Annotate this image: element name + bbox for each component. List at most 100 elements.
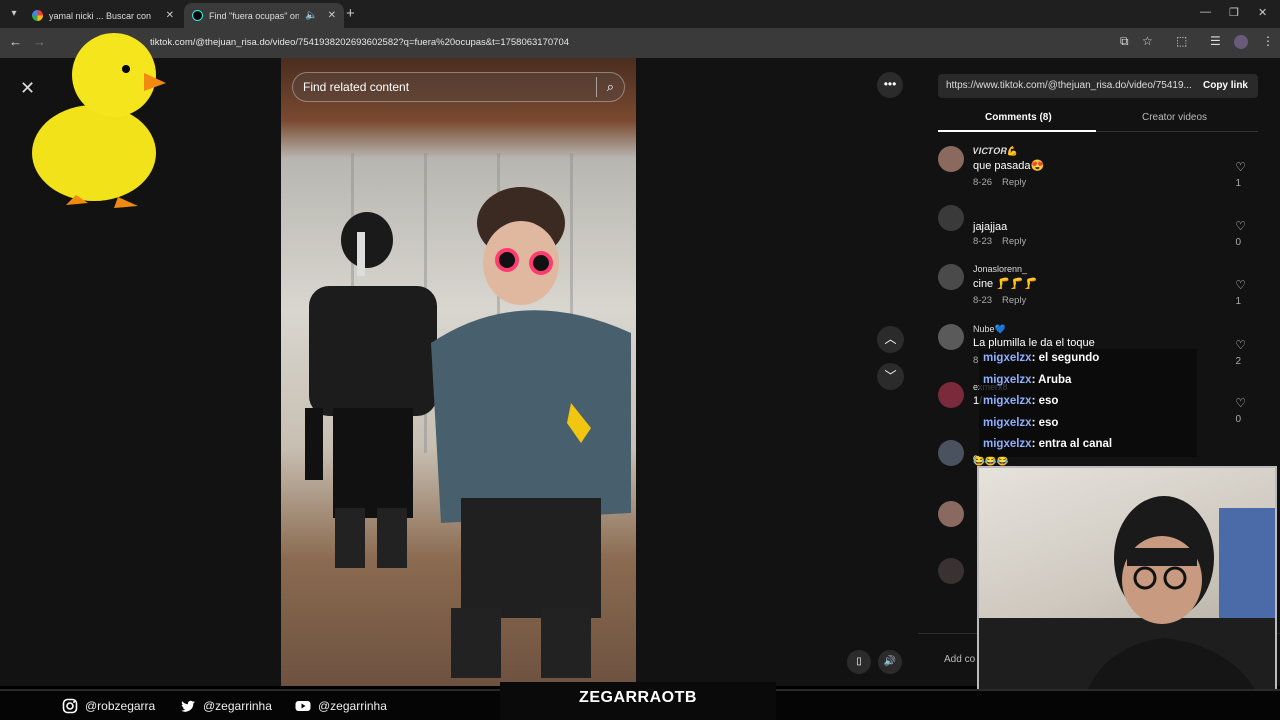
comment-item: Jonaslorenn_ cine 🦵🦵🦵 8-23 Reply ♡ 1 — [938, 264, 1258, 320]
chat-username: migxelzx — [983, 438, 1032, 450]
comment-text: La plumilla le da el toque — [973, 337, 1095, 349]
chat-text: : eso — [1031, 416, 1059, 429]
chat-message: migxelzx: eso — [979, 413, 1197, 435]
comment-username[interactable]: 𝑽𝑰𝑪𝑻𝑶𝑹💪 — [973, 146, 1018, 157]
like-count: 1 — [1235, 296, 1241, 307]
volume-icon[interactable]: 🔊 — [878, 650, 902, 674]
like-heart-icon[interactable]: ♡ — [1235, 338, 1246, 352]
comment-meta: 8-23 Reply — [973, 295, 1026, 306]
chat-text: : Aruba — [1031, 373, 1072, 386]
reply-button[interactable]: Reply — [1002, 177, 1026, 188]
avatar[interactable] — [938, 558, 964, 584]
avatar[interactable] — [938, 501, 964, 527]
chat-message: migxelzx: Aruba — [979, 370, 1197, 392]
share-link-text: https://www.tiktok.com/@thejuan_risa.do/… — [946, 80, 1192, 91]
chat-text: : entra al canal — [1031, 438, 1113, 450]
new-tab-button[interactable]: + — [346, 5, 355, 22]
comment-date: 8-23 — [973, 295, 993, 306]
browser-tab-tiktok[interactable]: Find "fuera ocupas" on TikTo 🔈 ✕ — [184, 3, 344, 28]
like-count: 0 — [1235, 237, 1241, 248]
restore-icon[interactable]: ❐ — [1229, 6, 1239, 19]
avatar[interactable] — [938, 264, 964, 290]
comment-text: cine 🦵🦵🦵 — [973, 278, 1038, 290]
copy-link-button[interactable]: Copy link — [1203, 74, 1248, 98]
back-icon[interactable]: ← — [9, 34, 22, 49]
like-heart-icon[interactable]: ♡ — [1235, 160, 1246, 174]
comment-meta: 8 — [973, 355, 978, 366]
share-link-box[interactable]: https://www.tiktok.com/@thejuan_risa.do/… — [938, 74, 1258, 98]
youtube-handle: @zegarrinha — [295, 698, 387, 714]
chat-message: migxelzx: eso — [979, 392, 1197, 414]
chat-username: migxelzx — [983, 352, 1032, 364]
minimize-icon[interactable]: — — [1200, 6, 1211, 18]
profile-avatar[interactable] — [1234, 35, 1248, 49]
search-divider — [595, 77, 597, 97]
like-count: 1 — [1235, 178, 1241, 189]
tab-close-icon[interactable]: ✕ — [166, 10, 174, 21]
related-search-bar[interactable]: Find related content ⌕ — [292, 72, 625, 102]
reply-button[interactable]: Reply — [1002, 236, 1026, 247]
tab-close-icon[interactable]: ✕ — [328, 10, 336, 21]
chat-text: : eso — [1031, 395, 1059, 407]
tab-title: Find "fuera ocupas" on TikTo — [209, 10, 300, 21]
avatar[interactable] — [938, 324, 964, 350]
like-count: 0 — [1235, 414, 1241, 425]
stream-brand-label: ZEGARRAOTB — [500, 682, 776, 720]
tab-comments[interactable]: Comments (8) — [985, 112, 1052, 123]
comment-meta: 8-23 Reply — [973, 236, 1026, 247]
tiktok-icon — [192, 10, 203, 21]
comment-username[interactable]: Jonaslorenn_ — [973, 264, 1027, 274]
instagram-text: @robzegarra — [85, 699, 156, 713]
bookmark-star-icon[interactable]: ☆ — [1142, 34, 1153, 48]
chat-username: migxelzx — [983, 416, 1032, 429]
like-heart-icon[interactable]: ♡ — [1235, 396, 1246, 410]
video-person-right — [431, 187, 631, 678]
webcam-overlay — [977, 466, 1277, 720]
search-icon[interactable]: ⌕ — [607, 79, 614, 95]
add-comment-input[interactable]: Add co — [944, 654, 975, 665]
video-player[interactable]: Find related content ⌕ — [281, 58, 636, 686]
avatar[interactable] — [938, 440, 964, 466]
browser-toolbar: ← → tiktok.com/@thejuan_risa.do/video/75… — [0, 28, 1280, 58]
chat-text: : el segundo — [1031, 352, 1100, 364]
comment-text: jajajjaa — [973, 221, 1008, 233]
youtube-text: @zegarrinha — [318, 699, 387, 713]
tab-strip: ▾ yamal nicki ... Buscar con ✕ Find "fue… — [0, 0, 1280, 28]
panel-tabs: Comments (8) Creator videos — [938, 106, 1258, 132]
chat-username: migxelzx — [983, 373, 1032, 386]
chat-message: migxelzx: entra al canal — [979, 435, 1197, 457]
window-close-icon[interactable]: ✕ — [1258, 6, 1267, 19]
comment-item: jajajjaa 8-23 Reply ♡ 0 — [938, 205, 1258, 261]
avatar[interactable] — [938, 146, 964, 172]
comment-date: 8-26 — [973, 177, 993, 188]
like-heart-icon[interactable]: ♡ — [1235, 278, 1246, 292]
cast-icon[interactable]: ⧉ — [1120, 34, 1129, 49]
tab-search-button[interactable]: ▾ — [6, 6, 22, 22]
extensions-icon[interactable]: ⬚ — [1176, 34, 1187, 48]
avatar[interactable] — [938, 382, 964, 408]
chat-username: migxelzx — [983, 395, 1032, 407]
more-options-button[interactable]: ••• — [877, 72, 903, 98]
tab-audio-icon[interactable]: 🔈 — [305, 10, 317, 21]
comment-text: que pasada😍 — [973, 160, 1045, 172]
comment-username[interactable]: Nube💙 — [973, 324, 1006, 335]
instagram-icon — [62, 698, 78, 714]
avatar[interactable] — [938, 205, 964, 231]
comment-date: 8 — [973, 355, 979, 366]
like-count: 2 — [1235, 356, 1241, 367]
reading-list-icon[interactable]: ☰ — [1210, 34, 1221, 48]
twitter-text: @zegarrinha — [203, 699, 272, 713]
chat-message: migxelzx: el segundo — [979, 349, 1197, 371]
browser-menu-icon[interactable]: ⋮ — [1262, 34, 1274, 48]
like-heart-icon[interactable]: ♡ — [1235, 219, 1246, 233]
twitter-icon — [181, 700, 195, 712]
related-search-placeholder: Find related content — [303, 80, 410, 94]
mini-player-button[interactable]: ▯ — [847, 650, 871, 674]
previous-video-button[interactable]: ︿ — [877, 326, 904, 353]
tab-creator-videos[interactable]: Creator videos — [1142, 112, 1207, 123]
youtube-icon — [295, 701, 311, 711]
next-video-button[interactable]: ﹀ — [877, 363, 904, 390]
reply-button[interactable]: Reply — [1002, 295, 1026, 306]
address-bar[interactable]: tiktok.com/@thejuan_risa.do/video/754193… — [60, 32, 1160, 54]
active-tab-indicator — [938, 130, 1096, 132]
